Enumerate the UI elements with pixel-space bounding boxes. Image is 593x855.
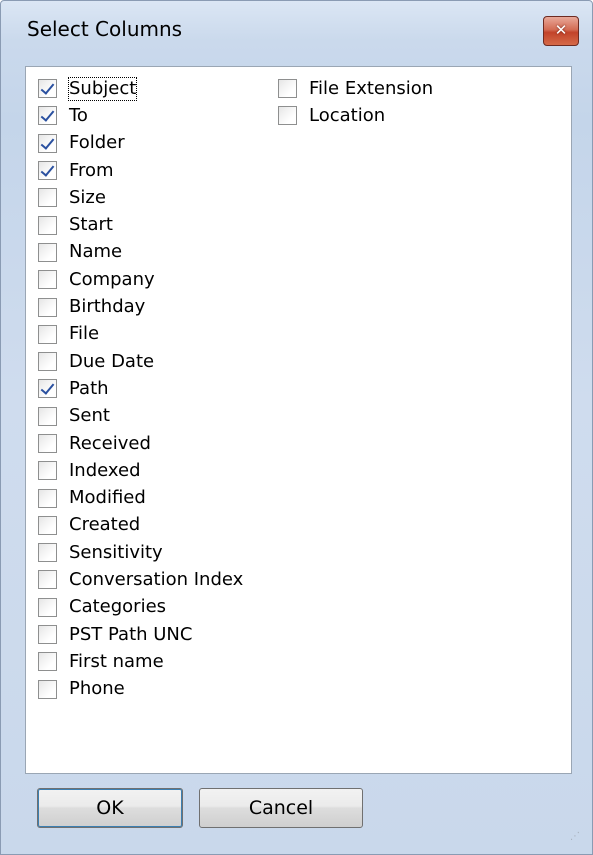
column-option[interactable]: From [38,157,243,184]
column-option[interactable]: Due Date [38,348,243,375]
checkbox-unchecked[interactable] [38,597,57,617]
checklist-column-left: Subject To Folder From Size Start Name Company B… [38,75,243,703]
column-option-label: From [69,159,114,181]
checkbox-unchecked[interactable] [38,188,57,208]
column-option[interactable]: Start [38,211,243,238]
column-option-label: Subject [67,76,138,101]
column-option[interactable]: Path [38,375,243,402]
column-option-label: Birthday [69,296,146,318]
select-columns-dialog: Select Columns ✕ Subject To Folder From Size… [0,0,593,855]
checkbox-unchecked[interactable] [38,352,57,372]
checkbox-checked[interactable] [38,106,57,126]
column-option-label: Sensitivity [69,541,163,563]
column-option-label: PST Path UNC [69,623,193,645]
column-option-label: Start [69,214,113,236]
close-button[interactable]: ✕ [543,16,579,46]
checkbox-unchecked[interactable] [38,652,57,672]
column-option[interactable]: Created [38,512,243,539]
columns-checklist: Subject To Folder From Size Start Name Company B… [25,66,572,774]
column-option-label: Received [69,432,151,454]
checkbox-unchecked[interactable] [38,215,57,235]
column-option[interactable]: Conversation Index [38,566,243,593]
checkbox-unchecked[interactable] [38,543,57,563]
column-option-label: File Extension [309,77,434,99]
checkbox-unchecked[interactable] [38,488,57,508]
column-option-label: Size [69,186,106,208]
column-option-label: Sent [69,405,110,427]
column-option[interactable]: Location [278,102,433,129]
checkbox-unchecked[interactable] [278,106,297,126]
dialog-title: Select Columns [27,17,183,41]
column-option-label: First name [69,650,164,672]
column-option[interactable]: Company [38,266,243,293]
checkbox-unchecked[interactable] [38,297,57,317]
column-option[interactable]: To [38,102,243,129]
column-option-label: Path [69,377,109,399]
column-option[interactable]: Sensitivity [38,539,243,566]
checkbox-unchecked[interactable] [38,242,57,262]
checklist-column-right: File Extension Location [278,75,433,130]
column-option-label: File [69,323,100,345]
checkbox-checked[interactable] [38,133,57,153]
column-option-label: Indexed [69,459,141,481]
column-option-label: Due Date [69,350,155,372]
column-option-label: Phone [69,678,125,700]
column-option-label: Conversation Index [69,568,244,590]
column-option-label: Company [69,268,155,290]
cancel-button[interactable]: Cancel [199,788,363,828]
column-option-label: Created [69,514,141,536]
column-option[interactable]: Modified [38,484,243,511]
column-option[interactable]: Subject [38,75,243,102]
column-option[interactable]: Received [38,430,243,457]
column-option[interactable]: Phone [38,676,243,703]
checkbox-unchecked[interactable] [38,515,57,535]
checkbox-unchecked[interactable] [38,434,57,453]
checkbox-unchecked[interactable] [38,270,57,290]
column-option[interactable]: Indexed [38,457,243,484]
column-option[interactable]: File Extension [278,75,433,102]
column-option-label: To [69,104,88,126]
resize-grip-icon[interactable]: ⋰ [570,832,582,844]
checkbox-unchecked[interactable] [38,570,57,590]
column-option-label: Categories [69,596,167,618]
checkbox-checked[interactable] [38,79,57,99]
column-option[interactable]: First name [38,648,243,675]
checkbox-unchecked[interactable] [278,79,297,99]
column-option[interactable]: File [38,321,243,348]
column-option[interactable]: Sent [38,403,243,430]
checkbox-unchecked[interactable] [38,625,57,645]
checkbox-checked[interactable] [38,379,57,399]
column-option-label: Name [69,241,123,263]
checkbox-unchecked[interactable] [38,461,57,481]
column-option[interactable]: Categories [38,594,243,621]
ok-button[interactable]: OK [37,788,183,828]
column-option[interactable]: Size [38,184,243,211]
title-bar[interactable]: Select Columns ✕ [1,1,592,59]
checkbox-checked[interactable] [38,161,57,181]
checkbox-unchecked[interactable] [38,406,57,426]
close-icon: ✕ [554,21,568,39]
column-option[interactable]: Name [38,239,243,266]
checkbox-unchecked[interactable] [38,679,57,699]
column-option[interactable]: PST Path UNC [38,621,243,648]
column-option-label: Folder [69,132,125,154]
column-option-label: Location [309,104,386,126]
column-option[interactable]: Birthday [38,293,243,320]
column-option[interactable]: Folder [38,130,243,157]
column-option-label: Modified [69,487,146,509]
checkbox-unchecked[interactable] [38,324,57,344]
